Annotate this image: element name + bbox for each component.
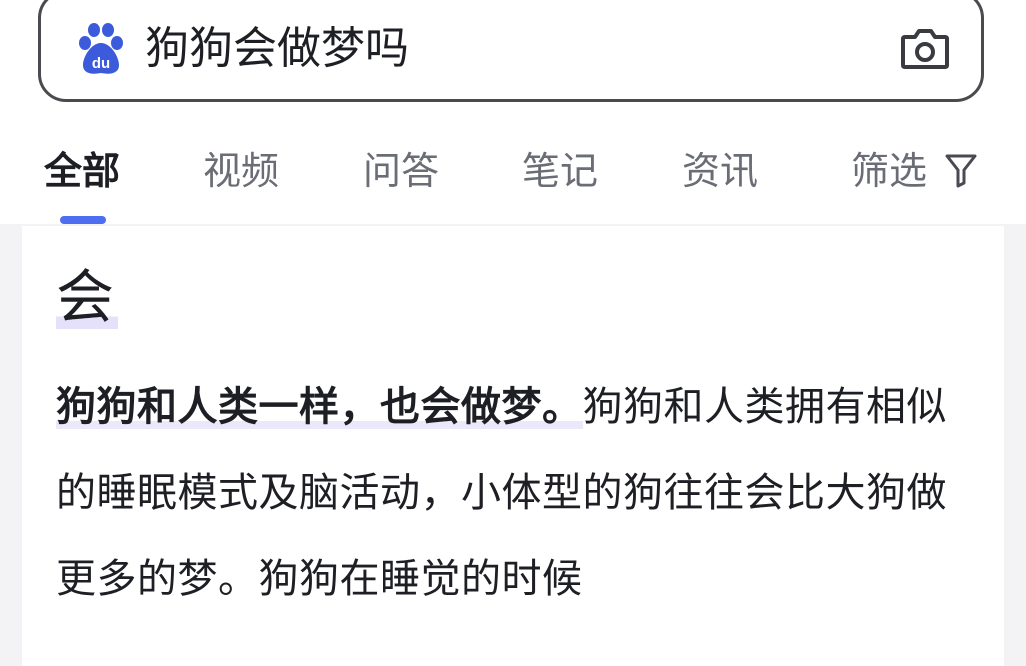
logo-text: du [92, 55, 110, 72]
active-tab-indicator [60, 216, 106, 224]
tab-notes[interactable]: 笔记 [522, 140, 598, 202]
tab-qa[interactable]: 问答 [363, 140, 439, 202]
filter-icon[interactable] [944, 150, 978, 190]
camera-icon[interactable] [899, 23, 951, 73]
tab-news[interactable]: 资讯 [682, 140, 758, 202]
answer-text: 狗狗和人类一样，也会做梦。狗狗和人类拥有相似的睡眠模式及脑活动，小体型的狗往往会… [56, 364, 956, 622]
tab-video[interactable]: 视频 [203, 140, 279, 202]
tab-all[interactable]: 全部 [44, 140, 120, 202]
tab-filter[interactable]: 筛选 [851, 140, 927, 202]
top-bar: du 狗狗会做梦吗 全部 视频 问答 笔记 资讯 筛选 [0, 0, 1026, 224]
tab-bar: 全部 视频 问答 笔记 资讯 筛选 [0, 140, 1026, 224]
answer-highlight: 狗狗和人类一样，也会做梦。 [56, 384, 583, 430]
search-box[interactable]: du 狗狗会做梦吗 [38, 0, 984, 102]
baidu-logo-icon: du [79, 23, 123, 74]
answer-title: 会 [56, 262, 119, 332]
answer-card: 会 狗狗和人类一样，也会做梦。狗狗和人类拥有相似的睡眠模式及脑活动，小体型的狗往… [22, 226, 1004, 666]
search-input[interactable]: 狗狗会做梦吗 [145, 21, 409, 77]
